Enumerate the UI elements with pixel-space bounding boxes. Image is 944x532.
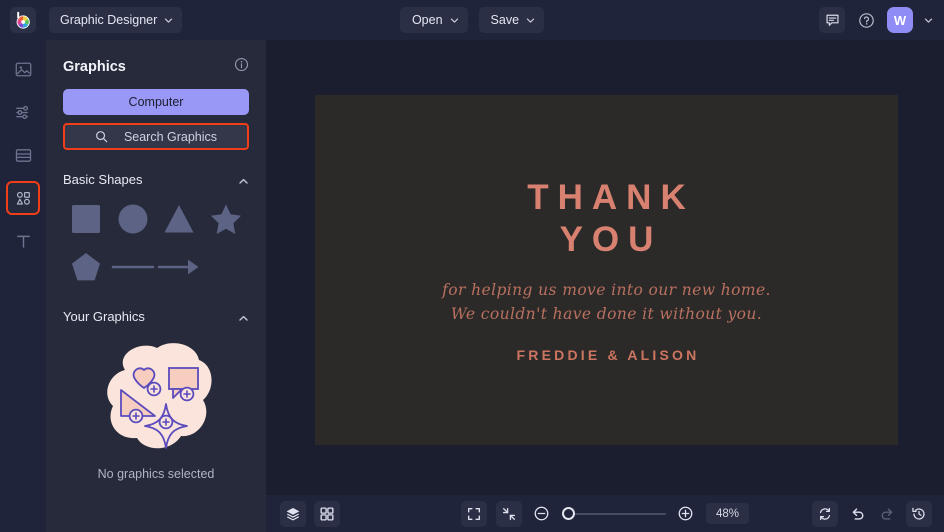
zoom-slider-track [562,513,666,515]
app-root: Graphic Designer Open Save [0,0,944,532]
shape-pentagon[interactable] [64,247,108,287]
chevron-down-icon [450,16,459,25]
redo-icon [879,505,896,522]
graphics-panel: Graphics Computer Search Graphics Basic [46,40,266,532]
section-header-basic-shapes[interactable]: Basic Shapes [63,172,249,187]
basic-shapes-grid [63,199,249,287]
search-graphics-text: Search Graphics [124,130,217,144]
zoom-slider-handle[interactable] [562,507,575,520]
collapse-arrows-icon [501,506,517,522]
info-circle-icon [234,57,249,72]
search-icon [95,130,108,143]
design-heading-line2: YOU [518,219,694,262]
shapes-icon [14,189,33,208]
frame-icon [14,146,33,165]
sidebar-item-adjust[interactable] [8,97,38,127]
computer-upload-button[interactable]: Computer [63,89,249,115]
section-title-basic-shapes: Basic Shapes [63,172,143,187]
history-button[interactable] [906,501,932,527]
shape-grid-spacer [204,247,248,287]
undo-icon [849,505,866,522]
top-right-actions: W [819,0,935,40]
avatar-initial: W [894,13,906,28]
panel-info-button[interactable] [234,57,249,77]
text-t-icon [14,232,33,251]
color-wheel-logo-icon [14,11,33,30]
expand-frame-icon [466,506,482,522]
zoom-slider[interactable] [562,507,666,521]
shape-arrow[interactable] [157,247,201,287]
page-title: Graphics [63,59,126,75]
user-avatar[interactable]: W [887,7,913,33]
bottom-left-tools [280,501,340,527]
refresh-button[interactable] [812,501,838,527]
sync-icon [817,506,833,522]
chevron-down-icon [164,16,173,25]
section-title-your-graphics: Your Graphics [63,309,145,324]
zoom-level-display[interactable]: 48% [706,503,749,524]
design-script-line1: for helping us move into our new home. [442,278,771,302]
panel-header: Graphics [63,40,249,77]
sidebar-item-graphics[interactable] [8,183,38,213]
sliders-icon [14,103,33,122]
zoom-out-icon [533,505,550,522]
top-bar: Graphic Designer Open Save [0,0,944,40]
chevron-up-icon [238,174,249,185]
search-graphics-input[interactable]: Search Graphics [63,123,249,150]
design-artboard[interactable]: THANK YOU for helping us move into our n… [315,95,898,445]
comment-button[interactable] [819,7,845,33]
sidebar-item-layout[interactable] [8,140,38,170]
history-clock-icon [911,506,927,522]
grid-view-button[interactable] [314,501,340,527]
sidebar-item-image[interactable] [8,54,38,84]
zoom-out-button[interactable] [531,503,553,525]
design-signature: FREDDIE & ALISON [514,347,700,363]
layers-icon [285,506,301,522]
canvas-workspace[interactable]: THANK YOU for helping us move into our n… [266,40,944,495]
document-name-label: Graphic Designer [60,13,157,27]
shape-line[interactable] [111,247,155,287]
collapse-view-button[interactable] [496,501,522,527]
chevron-down-icon [526,16,535,25]
open-menu-label: Open [412,13,443,27]
design-script-line2: We couldn't have done it without you. [442,302,771,326]
help-circle-icon [858,12,875,29]
graphics-blob-illustration-icon [95,336,217,458]
undo-button[interactable] [846,503,868,525]
fit-to-screen-button[interactable] [461,501,487,527]
account-menu-button[interactable] [921,16,935,25]
history-controls [812,501,932,527]
design-heading: THANK YOU [518,177,694,262]
document-name-dropdown[interactable]: Graphic Designer [49,7,182,33]
graphics-empty-illustration [63,334,249,459]
shape-star[interactable] [204,199,248,239]
left-tool-rail [0,40,46,532]
bottom-toolbar: 48% [266,495,944,532]
open-menu-button[interactable]: Open [400,7,468,33]
design-script-text: for helping us move into our new home. W… [442,278,771,326]
shape-circle[interactable] [111,199,155,239]
save-menu-button[interactable]: Save [479,7,545,33]
grid-icon [319,506,335,522]
section-header-your-graphics[interactable]: Your Graphics [63,309,249,324]
design-heading-line1: THANK [518,177,694,220]
image-icon [14,60,33,79]
shape-square[interactable] [64,199,108,239]
computer-button-label: Computer [129,95,184,109]
zoom-in-icon [677,505,694,522]
layers-button[interactable] [280,501,306,527]
chevron-up-icon [238,311,249,322]
save-menu-label: Save [491,13,520,27]
chevron-down-icon [924,16,933,25]
sidebar-item-text[interactable] [8,226,38,256]
redo-button[interactable] [876,503,898,525]
no-graphics-label: No graphics selected [63,467,249,481]
help-button[interactable] [853,7,879,33]
zoom-in-button[interactable] [675,503,697,525]
app-logo[interactable] [10,7,36,33]
shape-triangle[interactable] [157,199,201,239]
comment-icon [825,13,840,28]
